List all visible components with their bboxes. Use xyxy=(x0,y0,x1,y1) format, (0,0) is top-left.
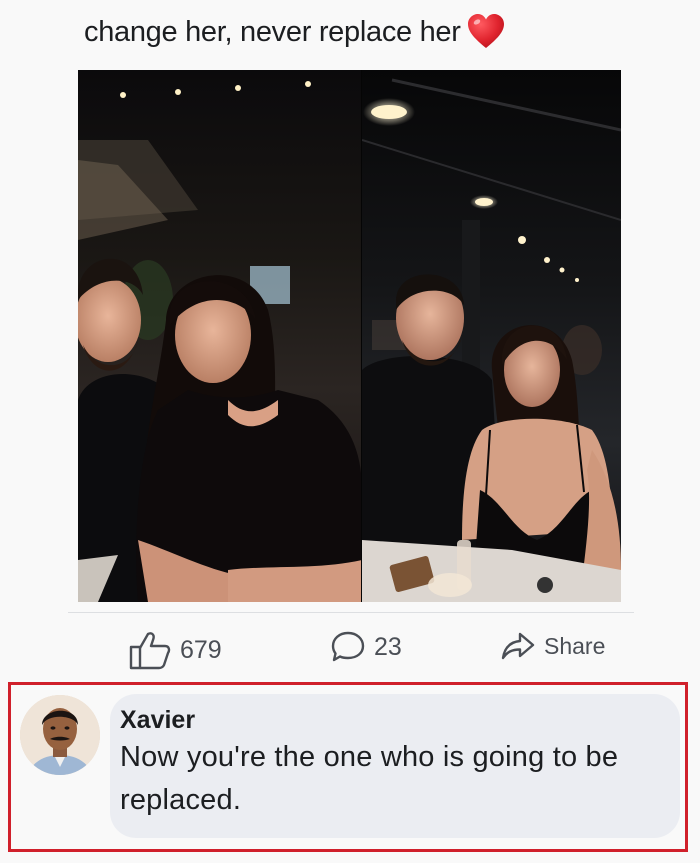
heart-emoji-icon xyxy=(467,14,505,50)
comment-author[interactable]: Xavier xyxy=(120,706,670,734)
share-button[interactable]: Share xyxy=(500,630,605,662)
post-caption: change her, never replace her xyxy=(84,14,505,50)
post-caption-text: change her, never replace her xyxy=(84,15,461,48)
share-icon xyxy=(501,632,535,660)
photo-before xyxy=(78,70,362,602)
like-button[interactable]: 679 xyxy=(128,630,222,670)
thumbs-up-icon xyxy=(129,632,171,670)
comment-button[interactable]: 23 xyxy=(330,630,402,664)
post-divider xyxy=(68,612,634,613)
post-photo[interactable] xyxy=(78,70,621,602)
photo-after xyxy=(362,70,621,602)
avatar[interactable] xyxy=(20,695,100,775)
share-label: Share xyxy=(544,632,606,659)
comment-text: Now you're the one who is going to be re… xyxy=(120,741,619,816)
likes-count: 679 xyxy=(180,635,222,664)
post-actions-bar: 679 23 Share xyxy=(0,622,700,670)
comment-icon xyxy=(331,631,365,662)
comment-bubble: Xavier Now you're the one who is going t… xyxy=(110,694,680,838)
highlighted-comment: Xavier Now you're the one who is going t… xyxy=(8,682,688,852)
comments-count: 23 xyxy=(374,632,402,661)
